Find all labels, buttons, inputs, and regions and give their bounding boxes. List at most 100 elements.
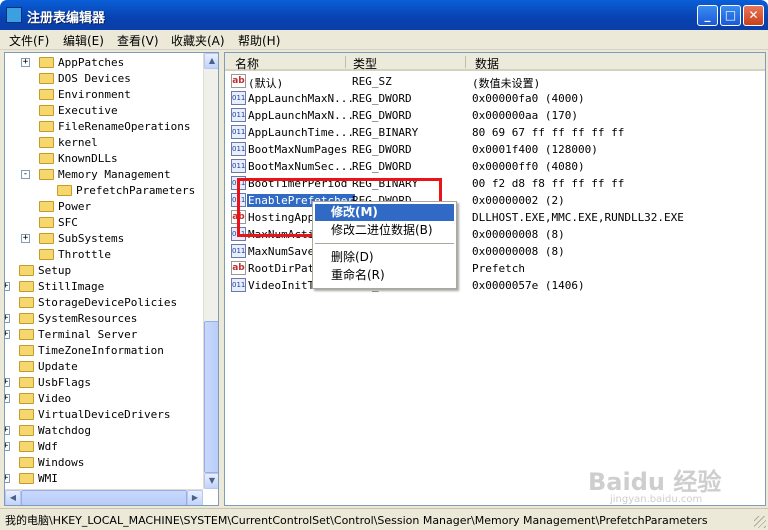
value-row[interactable]: ab (默认) REG_SZ (数值未设置) [225, 73, 765, 90]
collapse-icon[interactable]: - [21, 170, 30, 179]
tree-node[interactable]: VirtualDeviceDrivers [5, 407, 203, 423]
binary-value-icon: 011 [231, 91, 246, 105]
expand-icon[interactable]: + [21, 234, 30, 243]
context-menu-modify-binary[interactable]: 修改二进位数据(B) [315, 222, 454, 239]
tree-node[interactable]: Executive [5, 103, 203, 119]
folder-icon [19, 425, 34, 436]
tree-node-label: AppPatches [58, 56, 125, 69]
tree-node[interactable]: + Watchdog [5, 423, 203, 439]
tree-node[interactable]: Environment [5, 87, 203, 103]
tree-node[interactable]: + Wdf [5, 439, 203, 455]
tree-node[interactable]: PrefetchParameters [5, 183, 203, 199]
column-name-header[interactable]: 名称 [235, 55, 259, 72]
value-row[interactable]: 011MaxNumSaved...REG_DWORD0x00000008 (8) [225, 243, 765, 260]
folder-icon [19, 297, 34, 308]
folder-icon [39, 73, 54, 84]
tree-hscroll-thumb[interactable] [21, 490, 187, 505]
tree-node[interactable]: kernel [5, 135, 203, 151]
tree-node[interactable]: + WMI [5, 471, 203, 487]
menu-edit[interactable]: 编辑(E) [63, 32, 104, 49]
tree-node-label: KnownDLLs [58, 152, 118, 165]
menu-bar: 文件(F) 编辑(E) 查看(V) 收藏夹(A) 帮助(H) [0, 30, 768, 50]
folder-icon [19, 345, 34, 356]
value-row[interactable]: 011 AppLaunchMaxN... REG_DWORD 0x00000fa0 (… [225, 90, 765, 107]
value-row[interactable]: 011 BootMaxNumSec... REG_DWORD 0x00000ff0 (… [225, 158, 765, 175]
tree-node[interactable]: TimeZoneInformation [5, 343, 203, 359]
context-menu-modify[interactable]: 修改(M) [315, 204, 454, 221]
expand-icon[interactable]: + [5, 474, 10, 483]
expand-icon[interactable]: + [5, 394, 10, 403]
menu-view[interactable]: 查看(V) [117, 32, 159, 49]
value-data: DLLHOST.EXE,MMC.EXE,RUNDLL32.EXE [472, 211, 684, 224]
tree-scroll-thumb[interactable] [204, 321, 218, 473]
expand-icon[interactable]: + [5, 282, 10, 291]
folder-icon [19, 361, 34, 372]
tree-node[interactable]: DOS Devices [5, 71, 203, 87]
context-menu-delete[interactable]: 删除(D) [315, 249, 454, 266]
baidu-watermark-logo: Baidu 经验 [588, 468, 722, 496]
tree-node[interactable]: + Video [5, 391, 203, 407]
value-row[interactable]: 011VideoInitTimeREG_DWORD0x0000057e (140… [225, 277, 765, 294]
tree-node[interactable]: + SystemResources [5, 311, 203, 327]
tree-node[interactable]: Setup [5, 263, 203, 279]
expand-icon[interactable]: + [21, 58, 30, 67]
value-data: Prefetch [472, 262, 525, 275]
context-menu-rename[interactable]: 重命名(R) [315, 267, 454, 284]
close-button[interactable]: ✕ [743, 5, 764, 26]
column-type-header[interactable]: 类型 [353, 55, 377, 72]
tree-node[interactable]: + SubSystems [5, 231, 203, 247]
resize-grip-icon[interactable] [754, 516, 766, 528]
value-row[interactable]: 011 BootMaxNumPages REG_DWORD 0x0001f400 (1… [225, 141, 765, 158]
tree-vertical-scrollbar[interactable]: ▲ ▼ [203, 53, 218, 489]
tree-node[interactable]: Windows [5, 455, 203, 471]
expand-icon[interactable]: + [5, 314, 10, 323]
menu-favorites[interactable]: 收藏夹(A) [171, 32, 225, 49]
tree-node-label: Memory Management [58, 168, 171, 181]
folder-icon [39, 137, 54, 148]
tree-node-label: SubSystems [58, 232, 125, 245]
folder-icon [39, 169, 54, 180]
expand-icon[interactable]: + [5, 442, 10, 451]
expand-icon[interactable]: + [5, 426, 10, 435]
expand-icon[interactable]: + [5, 378, 10, 387]
folder-icon [39, 89, 54, 100]
expand-icon[interactable]: + [5, 330, 10, 339]
value-row[interactable]: 011 AppLaunchMaxN... REG_DWORD 0x000000aa (… [225, 107, 765, 124]
tree-node[interactable]: Throttle [5, 247, 203, 263]
binary-value-icon: 011 [231, 159, 246, 173]
scroll-down-icon[interactable]: ▼ [204, 473, 218, 489]
tree-node-label: PrefetchParameters [76, 184, 196, 197]
tree-node[interactable]: KnownDLLs [5, 151, 203, 167]
tree-node-label: StorageDevicePolicies [38, 296, 178, 309]
folder-icon [39, 121, 54, 132]
folder-icon [39, 105, 54, 116]
column-data-header[interactable]: 数据 [475, 55, 499, 72]
scroll-up-icon[interactable]: ▲ [204, 53, 218, 69]
scroll-left-icon[interactable]: ◀ [5, 490, 21, 505]
value-row[interactable]: abRootDirPathREG_SZPrefetch [225, 260, 765, 277]
scroll-right-icon[interactable]: ▶ [187, 490, 203, 505]
tree-node[interactable]: + Terminal Server [5, 327, 203, 343]
tree-horizontal-scrollbar[interactable]: ◀ ▶ [5, 489, 203, 505]
folder-icon [39, 233, 54, 244]
value-type: REG_DWORD [352, 160, 412, 173]
tree-node[interactable]: Update [5, 359, 203, 375]
tree-node[interactable]: Power [5, 199, 203, 215]
tree-node[interactable]: SFC [5, 215, 203, 231]
regedit-app-icon [6, 7, 22, 23]
maximize-button[interactable]: □ [720, 5, 741, 26]
tree-node[interactable]: + AppPatches [5, 55, 203, 71]
value-row[interactable]: 011 AppLaunchTime... REG_BINARY 80 69 67 ff… [225, 124, 765, 141]
folder-icon [19, 441, 34, 452]
tree-node-label: Environment [58, 88, 131, 101]
tree-node[interactable]: - Memory Management [5, 167, 203, 183]
status-bar: 我的电脑\HKEY_LOCAL_MACHINE\SYSTEM\CurrentCo… [0, 508, 768, 530]
tree-node[interactable]: FileRenameOperations [5, 119, 203, 135]
tree-node[interactable]: StorageDevicePolicies [5, 295, 203, 311]
minimize-button[interactable]: _ [697, 5, 718, 26]
tree-node[interactable]: + UsbFlags [5, 375, 203, 391]
tree-node-label: VirtualDeviceDrivers [38, 408, 171, 421]
tree-node[interactable]: + StillImage [5, 279, 203, 295]
menu-help[interactable]: 帮助(H) [238, 32, 280, 49]
menu-file[interactable]: 文件(F) [9, 32, 49, 49]
